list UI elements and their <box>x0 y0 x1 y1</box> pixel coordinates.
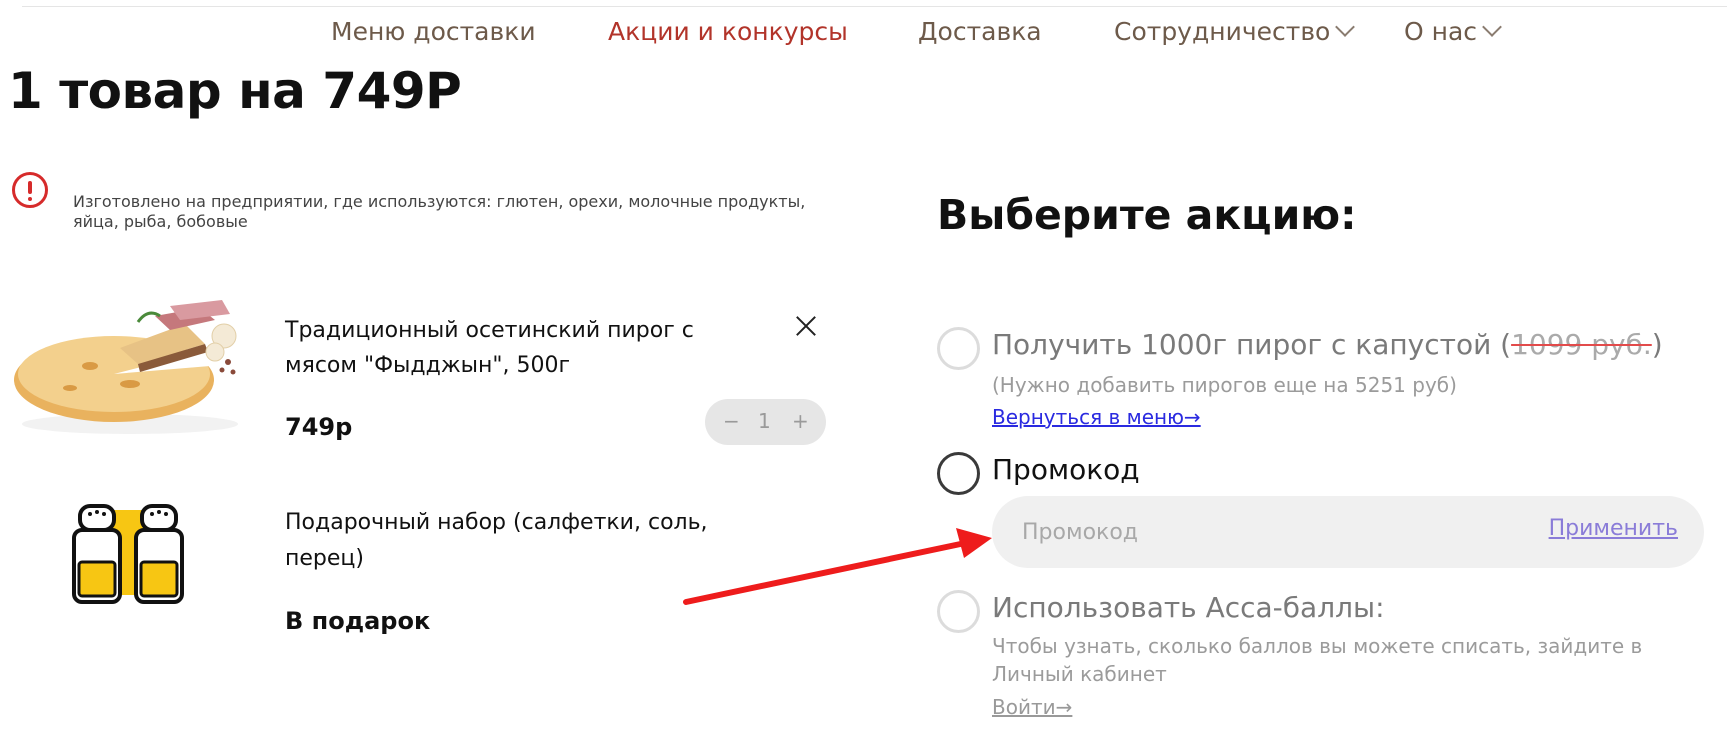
apply-button[interactable]: Применить <box>1549 516 1678 541</box>
page-title: 1 товар на 749Р <box>8 62 462 120</box>
nav-item-about-label: О нас <box>1404 17 1478 46</box>
login-link[interactable]: Войти→ <box>992 695 1072 719</box>
promo-option-cabbage-pie-title-prefix: Получить 1000г пирог с капустой ( <box>992 328 1512 361</box>
quantity-value: 1 <box>758 409 771 433</box>
back-to-menu-link[interactable]: Вернуться в меню→ <box>992 405 1201 429</box>
nav-item-cooperation-label: Сотрудничество <box>1114 17 1331 46</box>
promo-option-cabbage-pie-note: (Нужно добавить пирогов еще на 5251 руб) <box>992 373 1457 397</box>
nav-item-about[interactable]: О нас <box>1404 12 1502 52</box>
nav-item-promotions[interactable]: Акции и конкурсы <box>608 12 848 52</box>
top-divider <box>22 6 1727 7</box>
nav-item-delivery[interactable]: Доставка <box>918 12 1042 52</box>
promocode-field: Применить <box>992 496 1704 568</box>
old-price: 1099 руб. <box>1511 328 1652 361</box>
plus-button[interactable]: + <box>792 409 809 433</box>
cart-item-name: Традиционный осетинский пирог с мясом "Ф… <box>285 318 694 378</box>
promo-option-promocode-title: Промокод <box>992 453 1140 486</box>
nav-item-cooperation[interactable]: Сотрудничество <box>1114 12 1356 52</box>
chevron-down-icon <box>1482 17 1502 37</box>
chevron-down-icon <box>1335 17 1356 37</box>
promo-option-points-note: Чтобы узнать, сколько баллов вы можете с… <box>992 634 1643 686</box>
promo-option-cabbage-pie-title-suffix: ) <box>1651 328 1663 361</box>
quantity-stepper: − 1 + <box>705 399 826 445</box>
main-nav: Меню доставки Акции и конкурсы Доставка … <box>0 12 1727 52</box>
close-icon[interactable] <box>793 313 819 339</box>
gift-item-price: В подарок <box>285 607 431 635</box>
promocode-input[interactable] <box>1022 514 1462 550</box>
promo-option-cabbage-pie-title: Получить 1000г пирог с капустой (1099 ру… <box>992 328 1663 361</box>
annotation-arrow-icon <box>683 528 992 605</box>
promo-option-points-title: Использовать Асса-баллы: <box>992 591 1385 624</box>
warning-icon <box>12 172 48 208</box>
nav-item-menu[interactable]: Меню доставки <box>331 12 536 52</box>
promo-radio-promocode[interactable] <box>937 452 980 495</box>
allergen-notice: Изготовлено на предприятии, где использу… <box>73 192 806 231</box>
cart-item-price: 749р <box>285 413 353 441</box>
salt-pepper-icon <box>72 504 184 604</box>
pie-image <box>14 300 238 434</box>
promo-heading: Выберите акцию: <box>937 191 1357 239</box>
promo-radio-cabbage-pie[interactable] <box>937 327 980 370</box>
minus-button[interactable]: − <box>723 409 740 433</box>
